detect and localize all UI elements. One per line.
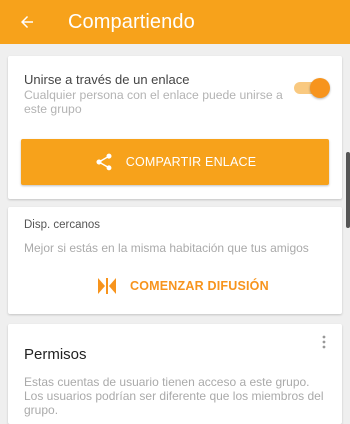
- permissions-card: Permisos Estas cuentas de usuario tienen…: [8, 324, 342, 424]
- permissions-description: Estas cuentas de usuario tienen acceso a…: [24, 375, 324, 417]
- start-broadcast-button[interactable]: COMENZAR DIFUSIÓN: [98, 274, 269, 298]
- more-vert-icon[interactable]: [318, 334, 330, 350]
- arrow-left-icon: [21, 16, 33, 28]
- link-join-label: Unirse a través de un enlace: [24, 72, 190, 87]
- app-bar: Compartiendo: [0, 0, 350, 44]
- link-join-description: Cualquier persona con el enlace puede un…: [24, 88, 283, 116]
- toggle-thumb: [310, 78, 330, 98]
- start-broadcast-label: COMENZAR DIFUSIÓN: [130, 279, 269, 293]
- broadcast-icon: [98, 278, 116, 294]
- nearby-devices-card: Disp. cercanos Mejor si estás en la mism…: [8, 207, 342, 314]
- nearby-devices-label: Disp. cercanos: [24, 219, 101, 231]
- link-join-toggle[interactable]: [294, 78, 330, 98]
- permissions-title: Permisos: [24, 346, 87, 363]
- share-link-button-label: COMPARTIR ENLACE: [125, 155, 257, 169]
- nearby-devices-description: Mejor si estás en la misma habitación qu…: [24, 241, 309, 255]
- scrollbar[interactable]: [346, 152, 350, 228]
- back-button[interactable]: [17, 12, 37, 32]
- link-join-card: Unirse a través de un enlace Cualquier p…: [8, 56, 342, 199]
- page-title: Compartiendo: [68, 10, 195, 33]
- share-link-button[interactable]: COMPARTIR ENLACE: [21, 139, 329, 185]
- share-icon: [94, 152, 114, 172]
